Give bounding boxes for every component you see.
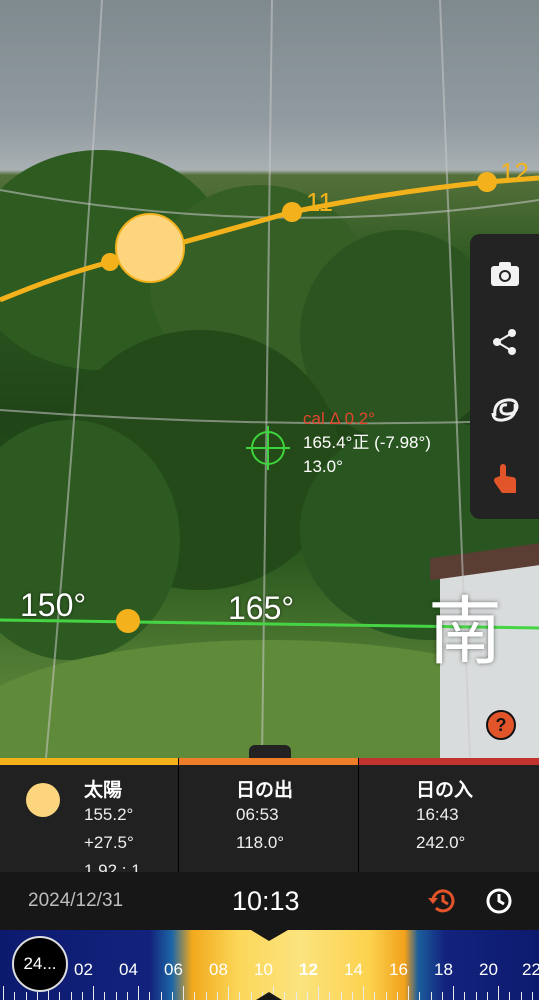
sun-elevation: +27.5°	[84, 833, 134, 852]
sun-ratio: 1.92 : 1	[84, 861, 141, 872]
sun-info[interactable]: 太陽 155.2° +27.5° 1.92 : 1	[0, 765, 178, 872]
swirl-icon	[491, 398, 519, 422]
timeline-bottom-pointer-icon	[256, 992, 282, 1000]
direction-label-south: 南	[428, 589, 502, 675]
hour-tick-label: 08	[209, 960, 228, 979]
hour-marker-11	[282, 202, 302, 222]
sun-azimuth: 155.2°	[84, 805, 134, 824]
sunrise-azimuth: 118.0°	[236, 833, 285, 852]
azimuth-sun-marker	[116, 609, 140, 633]
hour-marker-12	[477, 172, 497, 192]
sunset-title: 日の入	[416, 779, 474, 801]
azimuth-label-165: 165°	[228, 590, 295, 626]
hour-tick-label: 06	[164, 960, 183, 979]
sunset-color-bar	[359, 758, 539, 765]
sunrise-info[interactable]: 日の出 06:53 118.0°	[179, 765, 358, 872]
timeline-scrubber[interactable]: 02 04 06 08 10 12 14 16 18 20 22	[0, 930, 539, 1000]
azimuth-label-150: 150°	[20, 587, 87, 623]
touch-icon	[493, 464, 516, 493]
sunrise-title: 日の出	[236, 779, 294, 801]
clock-icon	[486, 888, 512, 914]
camera-view[interactable]: 11 12 150° 165° 南 cal Δ 0.2° 165.4°正 (-7…	[0, 0, 539, 758]
sunrise-values: 06:53 118.0°	[236, 801, 284, 857]
day-button[interactable]: 24...	[12, 936, 68, 992]
time-label[interactable]: 10:13	[232, 886, 300, 917]
sun-icon	[26, 783, 60, 817]
hour-tick-label: 20	[479, 960, 498, 979]
sunset-azimuth: 242.0°	[416, 833, 466, 852]
sunrise-color-bar	[179, 758, 358, 765]
hour-label-12: 12	[500, 157, 529, 187]
hour-tick-label: 22	[522, 960, 539, 979]
hour-tick-label: 14	[344, 960, 363, 979]
camera-button[interactable]	[470, 244, 539, 304]
crosshair-reticle	[246, 426, 290, 470]
touch-button[interactable]	[470, 448, 539, 508]
help-label: ?	[495, 714, 507, 735]
share-button[interactable]	[470, 312, 539, 372]
hour-tick-label: 02	[74, 960, 93, 979]
hour-tick-label: 04	[119, 960, 138, 979]
hour-label-11: 11	[306, 187, 333, 217]
history-button[interactable]	[425, 884, 459, 918]
hour-tick-label: 10	[254, 960, 273, 979]
sunset-info[interactable]: 日の入 16:43 242.0°	[359, 765, 539, 872]
sunrise-time: 06:53	[236, 805, 279, 824]
side-toolbar	[470, 234, 539, 519]
sun-values: 155.2° +27.5° 1.92 : 1	[84, 801, 141, 872]
help-button[interactable]: ?	[486, 710, 516, 740]
swirl-button[interactable]	[470, 380, 539, 440]
hour-tick-label: 16	[389, 960, 408, 979]
sunset-time: 16:43	[416, 805, 459, 824]
panel-drag-handle[interactable]	[249, 745, 291, 758]
hour-tick-label: 18	[434, 960, 453, 979]
camera-icon	[490, 262, 519, 286]
share-icon	[492, 329, 516, 355]
timeline-pointer-icon	[251, 930, 288, 941]
info-panel: 太陽 155.2° +27.5° 1.92 : 1 日の出 06:53 118.…	[0, 758, 539, 872]
sunset-values: 16:43 242.0°	[416, 801, 465, 857]
sun-title: 太陽	[84, 779, 123, 801]
sun-color-bar	[0, 758, 178, 765]
hour-tick-label: 12	[299, 960, 318, 979]
day-label: 24...	[23, 954, 57, 973]
date-label[interactable]: 2024/12/31	[28, 890, 123, 912]
history-icon	[428, 889, 455, 913]
clock-button[interactable]	[482, 884, 516, 918]
reticle-azimuth: 165.4°正 (-7.98°)	[303, 433, 431, 452]
reticle-elevation: 13.0°	[303, 457, 343, 476]
sun-marker[interactable]	[115, 213, 185, 283]
reticle-info: cal Δ 0.2° 165.4°正 (-7.98°) 13.0°	[303, 407, 431, 479]
calibration-label: cal Δ 0.2°	[303, 409, 376, 428]
